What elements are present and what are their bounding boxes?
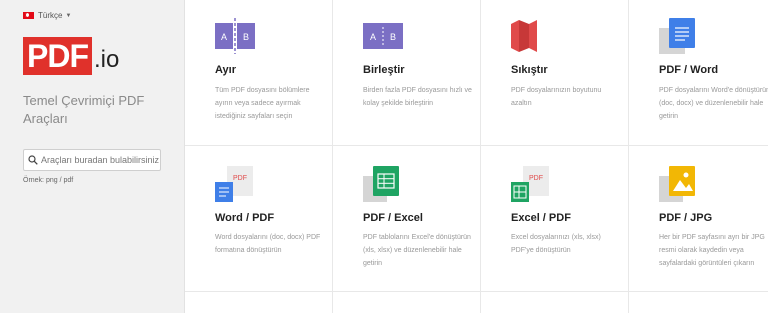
tool-card-partial xyxy=(333,292,481,313)
tool-title: PDF / Excel xyxy=(363,212,423,224)
word-to-pdf-icon: PDF xyxy=(215,166,253,202)
tool-card-partial xyxy=(185,292,333,313)
tool-title: Excel / PDF xyxy=(511,212,571,224)
tool-description: Excel dosyalarınızı (xls, xlsx) PDF'ye d… xyxy=(511,234,601,254)
search-input[interactable] xyxy=(41,155,159,165)
compress-icon xyxy=(511,20,537,52)
logo[interactable]: PDF .io xyxy=(23,37,119,75)
search-box[interactable] xyxy=(23,149,161,171)
tool-title: Word / PDF xyxy=(215,212,275,224)
tool-description: PDF tablolarını Excel'e dönüştürün (xls,… xyxy=(363,234,471,267)
tool-description: Birden fazla PDF dosyasını hızlı ve kola… xyxy=(363,87,472,107)
language-label: Türkçe xyxy=(38,11,63,20)
tool-card-pdf-to-jpg[interactable]: PDF / JPG Her bir PDF sayfasını ayrı bir… xyxy=(629,146,768,292)
tool-title: PDF / JPG xyxy=(659,212,713,224)
tagline: Temel Çevrimiçi PDF Araçları xyxy=(23,93,145,126)
image-icon xyxy=(659,166,695,202)
tool-description: PDF dosyalarını Word'e dönüştürün (doc, … xyxy=(659,87,768,120)
caret-down-icon: ▼ xyxy=(65,12,72,19)
tool-description: Tüm PDF dosyasını bölümlere ayırın veya … xyxy=(215,87,310,120)
svg-text:B: B xyxy=(243,32,249,42)
tool-title: Sıkıştır xyxy=(511,64,548,76)
search-icon xyxy=(28,155,38,165)
logo-suffix: .io xyxy=(94,46,120,73)
svg-text:PDF: PDF xyxy=(233,175,247,182)
tool-card-split[interactable]: A B Ayır Tüm PDF dosyasını bölümlere ayı… xyxy=(185,0,333,146)
svg-text:PDF: PDF xyxy=(529,175,543,182)
tool-card-excel-to-pdf[interactable]: PDF Excel / PDF Excel dosyalarınızı (xls… xyxy=(481,146,629,292)
tool-card-pdf-to-word[interactable]: PDF / Word PDF dosyalarını Word'e dönüşt… xyxy=(629,0,768,146)
sidebar: Türkçe ▼ PDF .io Temel Çevrimiçi PDF Ara… xyxy=(0,0,185,313)
tool-card-word-to-pdf[interactable]: PDF Word / PDF Word dosyalarını (doc, do… xyxy=(185,146,333,292)
turkey-flag-icon xyxy=(23,12,34,19)
excel-to-pdf-icon: PDF xyxy=(511,166,549,202)
tool-card-partial xyxy=(481,292,629,313)
tool-description: PDF dosyalarınızın boyutunu azaltın xyxy=(511,87,602,107)
svg-text:A: A xyxy=(221,32,227,42)
split-icon: A B xyxy=(215,18,255,54)
merge-icon: A B xyxy=(363,23,403,49)
svg-text:B: B xyxy=(390,32,396,42)
tool-card-compress[interactable]: Sıkıştır PDF dosyalarınızın boyutunu aza… xyxy=(481,0,629,146)
tool-description: Word dosyalarını (doc, docx) PDF formatı… xyxy=(215,234,321,254)
excel-sheet-icon xyxy=(363,166,399,202)
tool-card-pdf-to-excel[interactable]: PDF / Excel PDF tablolarını Excel'e dönü… xyxy=(333,146,481,292)
word-document-icon xyxy=(659,18,695,54)
svg-text:A: A xyxy=(370,32,376,42)
tool-title: Ayır xyxy=(215,64,236,76)
tool-title: PDF / Word xyxy=(659,64,719,76)
tool-title: Birleştir xyxy=(363,64,405,76)
language-selector[interactable]: Türkçe ▼ xyxy=(23,11,71,20)
search-example: Örnek: png / pdf xyxy=(23,177,74,184)
tool-description: Her bir PDF sayfasını ayrı bir JPG resmi… xyxy=(659,234,765,267)
tool-card-merge[interactable]: A B Birleştir Birden fazla PDF dosyasını… xyxy=(333,0,481,146)
logo-main: PDF xyxy=(23,37,92,75)
